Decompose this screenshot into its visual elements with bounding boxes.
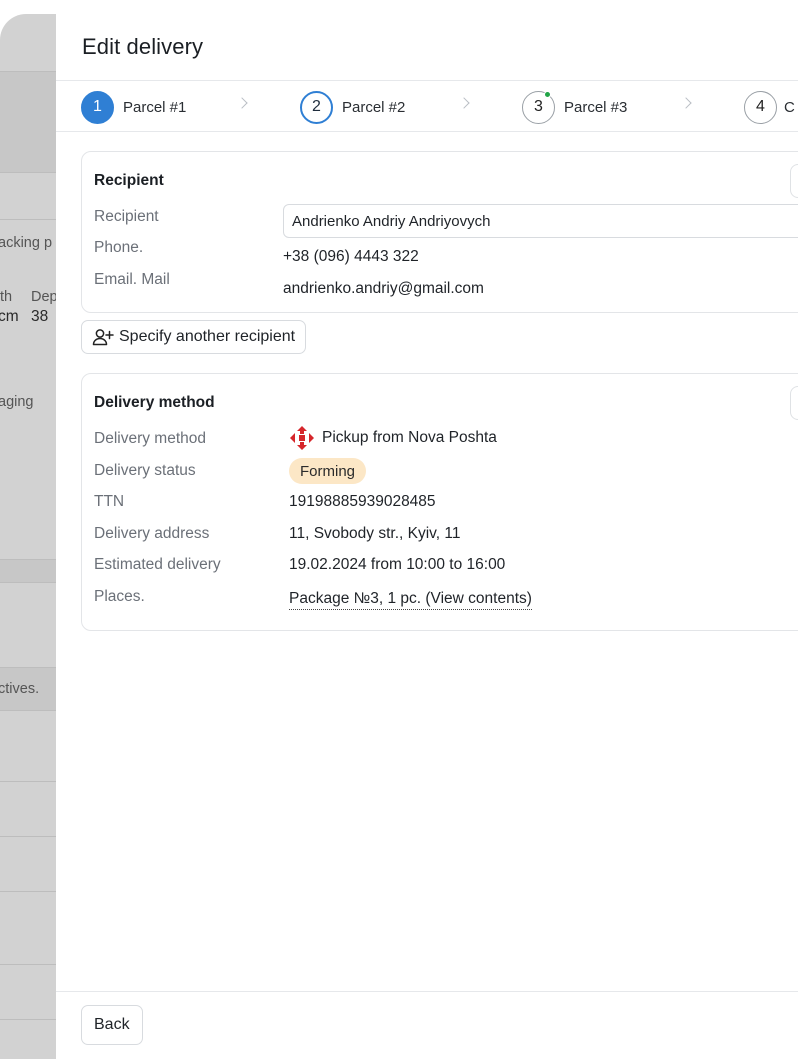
- phone-label: Phone.: [94, 239, 144, 256]
- phone-value: +38 (096) 4443 322: [283, 248, 419, 265]
- nova-poshta-logo-icon: [290, 426, 314, 450]
- step-number-text: 3: [534, 98, 543, 115]
- recipient-input[interactable]: [283, 204, 798, 238]
- chevron-right-icon: [680, 97, 692, 109]
- chevron-right-icon: [458, 97, 470, 109]
- edit-delivery-drawer: Edit delivery 1 Parcel #1 2 Parcel #2 3 …: [56, 0, 798, 1059]
- parcel-stepper: 1 Parcel #1 2 Parcel #2 3 Parcel #3 4 C: [56, 80, 798, 132]
- estimated-delivery-value: 19.02.2024 from 10:00 to 16:00: [289, 556, 506, 573]
- drawer-title: Edit delivery: [82, 34, 204, 59]
- step-parcel-1[interactable]: 1 Parcel #1: [81, 90, 186, 124]
- add-user-icon: [92, 329, 114, 346]
- step-label: Parcel #3: [564, 98, 628, 116]
- delivery-method-value: Pickup from Nova Poshta: [289, 426, 497, 450]
- status-dot-icon: [544, 90, 551, 98]
- estimated-delivery-label: Estimated delivery: [94, 556, 221, 573]
- edit-recipient-button[interactable]: [790, 164, 798, 198]
- bg-text: 38: [31, 308, 49, 325]
- back-button-label: Back: [94, 1016, 130, 1033]
- bg-text: Dep: [31, 289, 58, 305]
- delivery-method-card: Delivery method Delivery method Pickup f…: [81, 373, 798, 631]
- delivery-status-label: Delivery status: [94, 462, 196, 479]
- edit-delivery-button[interactable]: [790, 386, 798, 420]
- delivery-method-title: Delivery method: [94, 394, 215, 411]
- back-button[interactable]: Back: [81, 1005, 143, 1045]
- step-parcel-2[interactable]: 2 Parcel #2: [300, 90, 405, 124]
- delivery-method-text: Pickup from Nova Poshta: [322, 429, 497, 446]
- step-label: Parcel #1: [123, 98, 187, 116]
- bg-text: th: [0, 289, 13, 305]
- recipient-label: Recipient: [94, 208, 159, 225]
- step-label: Parcel #2: [342, 98, 406, 116]
- ttn-value: 19198885939028485: [289, 493, 436, 510]
- chevron-right-icon: [236, 97, 248, 109]
- bg-text: ctives.: [0, 681, 40, 697]
- step-parcel-4[interactable]: 4 C: [744, 90, 795, 124]
- delivery-address-value: 11, Svobody str., Kyiv, 11: [289, 525, 461, 542]
- delivery-status-badge: Forming: [289, 458, 367, 484]
- bg-text: aging: [0, 394, 34, 410]
- places-label: Places.: [94, 588, 145, 605]
- specify-another-recipient-button[interactable]: Specify another recipient: [81, 320, 307, 354]
- recipient-card: Recipient Recipient Phone. +38 (096) 444…: [81, 151, 798, 313]
- step-number: 2: [300, 90, 333, 124]
- step-label: C: [784, 98, 795, 116]
- step-number: 3: [522, 90, 555, 124]
- specify-another-recipient-label: Specify another recipient: [119, 328, 296, 345]
- bg-text: cm: [0, 308, 19, 325]
- step-number: 4: [744, 90, 777, 124]
- delivery-address-label: Delivery address: [94, 525, 210, 542]
- email-label: Email. Mail: [94, 271, 170, 288]
- step-parcel-3[interactable]: 3 Parcel #3: [522, 90, 627, 124]
- ttn-label: TTN: [94, 493, 125, 510]
- delivery-method-label: Delivery method: [94, 430, 206, 447]
- recipient-title: Recipient: [94, 172, 164, 189]
- email-value: andrienko.andriy@gmail.com: [283, 280, 484, 297]
- bg-text: acking p: [0, 235, 53, 251]
- drawer-footer: Back: [56, 991, 798, 1059]
- step-number: 1: [81, 90, 114, 124]
- view-contents-link[interactable]: Package №3, 1 pc. (View contents): [289, 590, 532, 610]
